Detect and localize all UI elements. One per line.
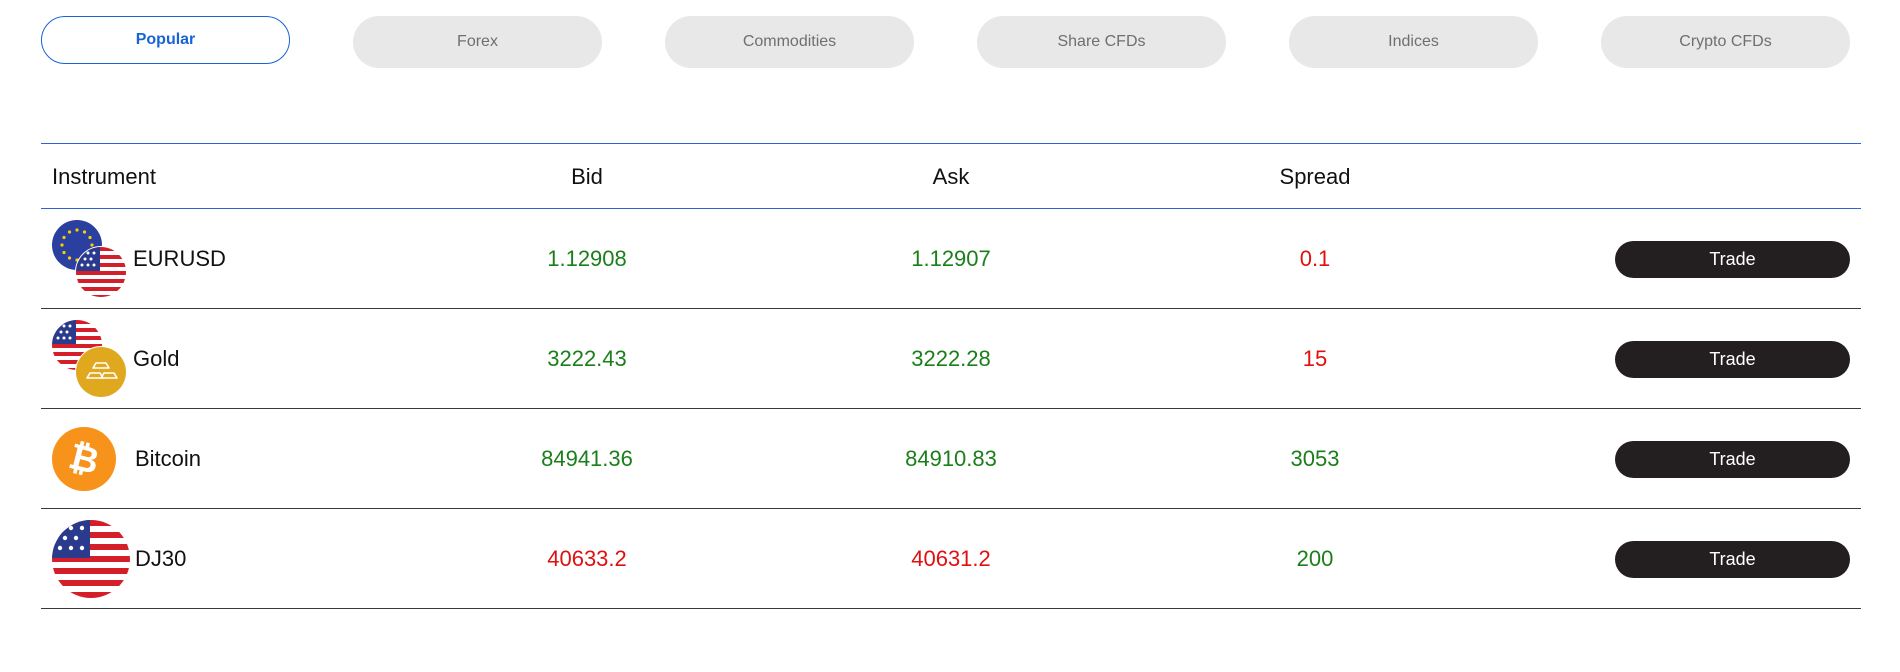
instrument-name: Gold <box>133 346 180 371</box>
bid-value: 3222.43 <box>547 346 627 371</box>
eu-us-flags-icon <box>52 220 132 300</box>
ask-value: 40631.2 <box>911 546 991 571</box>
tab-indices[interactable]: Indices <box>1289 16 1538 68</box>
header-bid: Bid <box>571 164 603 189</box>
spread-value: 15 <box>1302 346 1328 371</box>
header-instrument: Instrument <box>52 164 156 189</box>
ask-value: 3222.28 <box>911 346 991 371</box>
tab-forex[interactable]: Forex <box>353 16 602 68</box>
ask-value: 1.12907 <box>911 246 991 271</box>
table-header: Instrument Bid Ask Spread <box>41 143 1861 209</box>
instrument-name: DJ30 <box>135 546 187 571</box>
table-row: EURUSD 1.12908 1.12907 0.1 Trade <box>41 209 1861 309</box>
bid-value: 40633.2 <box>547 546 627 571</box>
ask-value: 84910.83 <box>905 446 997 471</box>
instrument-name: EURUSD <box>133 246 226 271</box>
trade-button[interactable]: Trade <box>1615 341 1850 378</box>
bid-value: 1.12908 <box>547 246 627 271</box>
market-tabs: Popular Forex Commodities Share CFDs Ind… <box>41 16 1850 68</box>
spread-value: 3053 <box>1290 446 1340 471</box>
tab-popular[interactable]: Popular <box>41 16 290 64</box>
bid-value: 84941.36 <box>541 446 633 471</box>
tab-share-cfds[interactable]: Share CFDs <box>977 16 1226 68</box>
trade-button[interactable]: Trade <box>1615 541 1850 578</box>
spread-value: 200 <box>1296 546 1334 571</box>
instruments-table: Instrument Bid Ask Spread EURUSD 1.12908… <box>41 143 1861 609</box>
bitcoin-icon: ₿ <box>52 420 132 500</box>
us-flag-icon <box>52 520 132 600</box>
trade-button[interactable]: Trade <box>1615 241 1850 278</box>
instrument-name: Bitcoin <box>135 446 202 471</box>
table-row: Gold 3222.43 3222.28 15 Trade <box>41 309 1861 409</box>
header-spread: Spread <box>1279 164 1351 189</box>
trade-button[interactable]: Trade <box>1615 441 1850 478</box>
tab-commodities[interactable]: Commodities <box>665 16 914 68</box>
us-flag-gold-icon <box>52 320 132 400</box>
table-row: ₿ Bitcoin 84941.36 84910.83 3053 Trade <box>41 409 1861 509</box>
spread-value: 0.1 <box>1299 246 1331 271</box>
header-ask: Ask <box>932 164 970 189</box>
table-row: DJ30 40633.2 40631.2 200 Trade <box>41 509 1861 609</box>
tab-crypto-cfds[interactable]: Crypto CFDs <box>1601 16 1850 68</box>
